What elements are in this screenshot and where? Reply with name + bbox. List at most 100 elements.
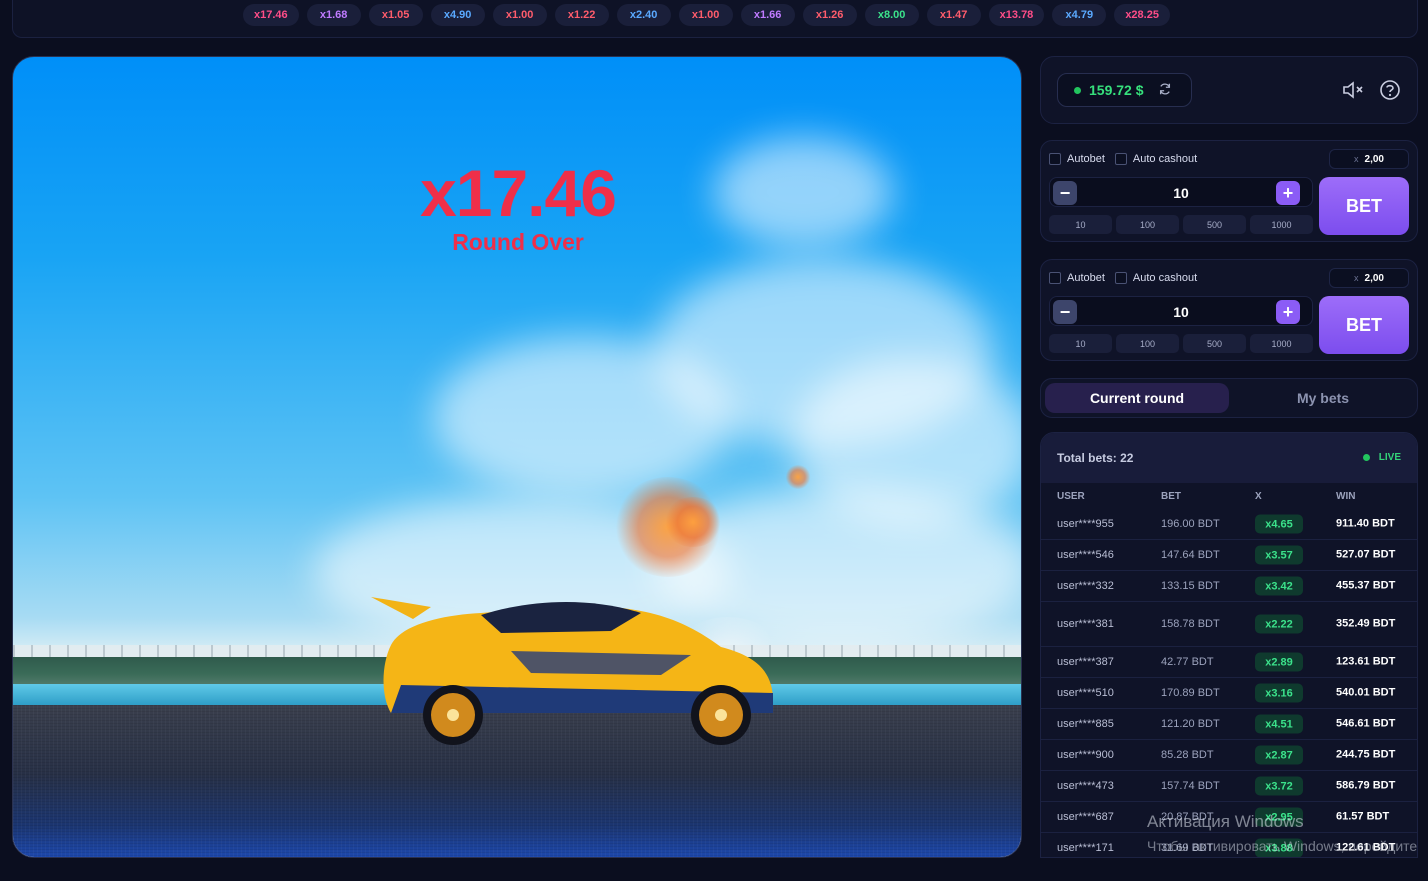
history-multiplier-chip: x8.00	[864, 4, 919, 26]
history-multiplier-chip: x4.79	[1052, 4, 1107, 26]
live-indicator: LIVE	[1362, 452, 1401, 463]
increase-amount-button[interactable]: +	[1276, 181, 1300, 205]
bet-user-cell: user****885	[1057, 718, 1114, 730]
bet-multiplier-badge: x4.51	[1255, 714, 1303, 734]
tab-current-round[interactable]: Current round	[1045, 383, 1229, 413]
bet-panel-2: Autobet Auto cashout x 2,00 − 10 + 10 100…	[1040, 259, 1418, 361]
balance-pill[interactable]: 159.72 $	[1057, 73, 1192, 107]
history-multiplier-chip: x1.22	[554, 4, 609, 26]
bet-multiplier-badge: x3.16	[1255, 683, 1303, 703]
place-bet-button[interactable]: BET	[1319, 296, 1409, 354]
total-bets-count: Total bets: 22	[1057, 451, 1134, 465]
wallet-panel: 159.72 $	[1040, 56, 1418, 124]
bet-win-cell: 123.61 BDT	[1336, 655, 1396, 668]
preset-amount-button[interactable]: 100	[1116, 215, 1179, 234]
auto-cashout-checkbox[interactable]: Auto cashout	[1114, 153, 1198, 165]
table-row: user****510 170.89 BDT x3.16 540.01 BDT	[1041, 678, 1417, 709]
bet-win-cell: 911.40 BDT	[1336, 517, 1395, 530]
bet-amount-cell: 158.78 BDT	[1161, 618, 1220, 630]
bets-tabs: Current round My bets	[1040, 378, 1418, 418]
bet-amount-input[interactable]: 10	[1090, 297, 1272, 327]
bet-options: Autobet Auto cashout	[1049, 272, 1197, 284]
cashout-prefix: x	[1354, 154, 1359, 164]
preset-amount-button[interactable]: 1000	[1250, 334, 1313, 353]
bet-user-cell: user****171	[1057, 842, 1114, 854]
bet-multiplier-badge: x3.42	[1255, 576, 1303, 596]
explosion-effect	[663, 497, 723, 547]
table-column-headers: USER BET X WIN	[1041, 483, 1417, 509]
increase-amount-button[interactable]: +	[1276, 300, 1300, 324]
bet-multiplier-badge: x2.89	[1255, 652, 1303, 672]
bet-multiplier-badge: x2.95	[1255, 807, 1303, 827]
bets-header: Total bets: 22 LIVE	[1041, 433, 1417, 483]
bet-user-cell: user****955	[1057, 518, 1114, 530]
cashout-value: 2,00	[1364, 153, 1384, 165]
table-row: user****885 121.20 BDT x4.51 546.61 BDT	[1041, 709, 1417, 740]
preset-amount-button[interactable]: 100	[1116, 334, 1179, 353]
history-multiplier-chip: x1.00	[678, 4, 733, 26]
table-row: user****900 85.28 BDT x2.87 244.75 BDT	[1041, 740, 1417, 771]
preset-amount-button[interactable]: 500	[1183, 334, 1246, 353]
auto-cashout-field[interactable]: x 2,00	[1329, 149, 1409, 169]
table-row: user****171 31.69 BDT x3.88 122.61 BDT	[1041, 833, 1417, 857]
bet-multiplier-badge: x2.22	[1255, 614, 1303, 634]
bet-amount-cell: 170.89 BDT	[1161, 687, 1220, 699]
history-multiplier-chip: x2.40	[616, 4, 671, 26]
auto-cashout-checkbox[interactable]: Auto cashout	[1114, 272, 1198, 284]
sound-muted-icon[interactable]	[1341, 79, 1365, 106]
bet-win-cell: 540.01 BDT	[1336, 686, 1396, 699]
autobet-checkbox[interactable]: Autobet	[1049, 272, 1105, 284]
bet-amount-cell: 133.15 BDT	[1161, 580, 1220, 592]
bet-amount-cell: 196.00 BDT	[1161, 518, 1220, 530]
bet-amount-cell: 157.74 BDT	[1161, 780, 1220, 792]
column-header-x: X	[1255, 491, 1262, 502]
preset-amount-button[interactable]: 10	[1049, 334, 1112, 353]
round-status-text: Round Over	[452, 229, 584, 255]
bet-amount-input[interactable]: 10	[1090, 178, 1272, 208]
bet-win-cell: 244.75 BDT	[1336, 748, 1396, 761]
auto-cashout-label: Auto cashout	[1132, 153, 1198, 165]
auto-cashout-label: Auto cashout	[1132, 272, 1198, 284]
decrease-amount-button[interactable]: −	[1053, 181, 1077, 205]
bet-amount-cell: 31.69 BDT	[1161, 842, 1214, 854]
tab-my-bets[interactable]: My bets	[1231, 383, 1415, 413]
auto-cashout-field[interactable]: x 2,00	[1329, 268, 1409, 288]
bet-amount-cell: 121.20 BDT	[1161, 718, 1220, 730]
bet-amount-cell: 147.64 BDT	[1161, 549, 1220, 561]
preset-amount-button[interactable]: 10	[1049, 215, 1112, 234]
help-icon[interactable]	[1379, 79, 1401, 106]
online-dot-icon	[1074, 86, 1081, 94]
live-dot-icon	[1362, 454, 1370, 461]
history-multiplier-chip: x4.90	[430, 4, 485, 26]
bet-user-cell: user****510	[1057, 687, 1114, 699]
bet-amount-stepper: − 10 +	[1049, 296, 1313, 326]
table-row: user****687 20.87 BDT x2.95 61.57 BDT	[1041, 802, 1417, 833]
bet-multiplier-badge: x3.57	[1255, 545, 1303, 565]
table-row: user****332 133.15 BDT x3.42 455.37 BDT	[1041, 571, 1417, 602]
history-multiplier-chip: x1.68	[306, 4, 361, 26]
bet-amount-stepper: − 10 +	[1049, 177, 1313, 207]
bet-win-cell: 546.61 BDT	[1336, 717, 1396, 730]
table-row: user****473 157.74 BDT x3.72 586.79 BDT	[1041, 771, 1417, 802]
history-multiplier-chip: x17.46	[243, 4, 299, 26]
bet-multiplier-badge: x4.65	[1255, 514, 1303, 534]
cashout-value: 2,00	[1364, 272, 1384, 284]
decrease-amount-button[interactable]: −	[1053, 300, 1077, 324]
cashout-prefix: x	[1354, 273, 1359, 283]
preset-amount-button[interactable]: 500	[1183, 215, 1246, 234]
bet-win-cell: 586.79 BDT	[1336, 779, 1396, 792]
bet-win-cell: 61.57 BDT	[1336, 810, 1390, 823]
column-header-win: WIN	[1336, 491, 1356, 502]
bet-user-cell: user****900	[1057, 749, 1114, 761]
place-bet-button[interactable]: BET	[1319, 177, 1409, 235]
crash-multiplier: x17.46	[420, 156, 617, 230]
preset-amount-button[interactable]: 1000	[1250, 215, 1313, 234]
bet-panel-1: Autobet Auto cashout x 2,00 − 10 + 10 100…	[1040, 140, 1418, 242]
refresh-icon[interactable]	[1158, 82, 1172, 99]
history-multiplier-chip: x1.47	[926, 4, 981, 26]
column-header-user: USER	[1057, 491, 1085, 502]
autobet-label: Autobet	[1067, 153, 1105, 165]
autobet-checkbox[interactable]: Autobet	[1049, 153, 1105, 165]
amount-presets: 10 100 500 1000	[1049, 215, 1313, 234]
bet-multiplier-badge: x3.88	[1255, 838, 1303, 857]
